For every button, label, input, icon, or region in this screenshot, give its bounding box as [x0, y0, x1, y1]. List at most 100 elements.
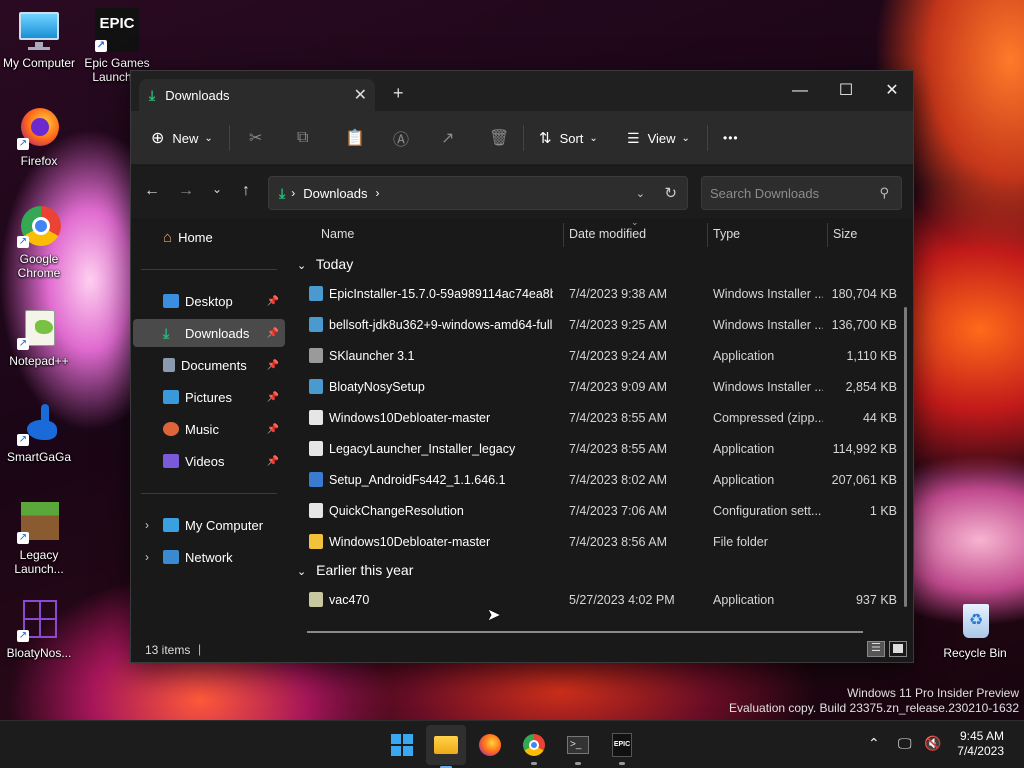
column-header-name[interactable]: Name — [321, 227, 354, 241]
desktop-icon-recycle-bin[interactable]: ♻ Recycle Bin — [936, 598, 1014, 660]
column-divider[interactable] — [563, 223, 564, 247]
up-button[interactable]: ↑ — [235, 182, 257, 200]
taskbar-chrome[interactable] — [520, 731, 548, 765]
column-header-size[interactable]: Size — [833, 227, 857, 241]
file-row[interactable]: bellsoft-jdk8u362+9-windows-amd64-full 7/… — [291, 310, 897, 340]
rename-icon: Ⓐ — [393, 132, 410, 149]
file-date-modified: 7/4/2023 7:06 AM — [569, 504, 667, 518]
desktop-icon-label: Notepad++ — [9, 354, 69, 368]
file-icon — [309, 592, 323, 607]
rename-button[interactable]: Ⓐ — [393, 126, 409, 150]
file-size: 2,854 KB — [845, 380, 897, 394]
details-view-button[interactable]: ☰ — [867, 641, 885, 657]
sidebar-item-my-computer[interactable]: › My Computer — [133, 511, 285, 539]
file-date-modified: 7/4/2023 9:38 AM — [569, 287, 667, 301]
group-header-today[interactable]: ⌄ Today — [297, 256, 353, 272]
view-lines-icon: ☰ — [627, 129, 640, 146]
sidebar-item-label: Network — [185, 549, 233, 565]
sidebar-item-label: Documents — [181, 357, 247, 373]
desktop-icon-chrome[interactable]: ↗ Google Chrome — [0, 204, 78, 280]
column-divider[interactable] — [827, 223, 828, 247]
file-row[interactable]: vac470 5/27/2023 4:02 PM Application 937 KB — [291, 585, 897, 615]
recent-locations-button[interactable]: ⌄ — [206, 182, 228, 196]
desktop-icon-legacy-launcher[interactable]: ↗ Legacy Launch... — [0, 500, 78, 576]
sidebar-item-downloads[interactable]: ⤓ Downloads 📌 — [133, 319, 285, 347]
start-button[interactable] — [388, 731, 416, 759]
chevron-right-icon[interactable]: › — [145, 550, 149, 564]
pin-icon: 📌 — [266, 423, 279, 435]
taskbar-epic-games[interactable]: EPIC — [608, 731, 636, 765]
address-bar[interactable]: ⤓ › Downloads › ⌄ ↻ — [268, 176, 688, 210]
desktop-icon-my-computer[interactable]: My Computer — [0, 8, 78, 70]
desktop-icon-firefox[interactable]: ↗ Firefox — [0, 106, 78, 168]
file-row[interactable]: BloatyNosySetup 7/4/2023 9:09 AM Windows I… — [291, 372, 897, 402]
file-row[interactable]: EpicInstaller-15.7.0-59a989114ac74ea8bb.… — [291, 279, 897, 309]
chevron-down-icon: ⌄ — [297, 260, 307, 272]
new-button[interactable]: ⊕ New ⌄ — [151, 126, 213, 150]
tiles-view-button[interactable] — [889, 641, 907, 657]
file-row[interactable]: Setup_AndroidFs442_1.1.646.1 7/4/2023 8:0… — [291, 465, 897, 495]
file-row[interactable]: SKlauncher 3.1 7/4/2023 9:24 AM Applicatio… — [291, 341, 897, 371]
sidebar-item-pictures[interactable]: Pictures 📌 — [133, 383, 285, 411]
tiles-view-icon — [893, 644, 903, 653]
close-tab-icon[interactable]: ✕ — [354, 85, 367, 105]
share-button[interactable]: ↗ — [441, 126, 454, 150]
taskbar-file-explorer[interactable] — [426, 725, 466, 768]
back-button[interactable]: ← — [141, 182, 163, 200]
sidebar-item-videos[interactable]: Videos 📌 — [133, 447, 285, 475]
close-window-button[interactable]: ✕ — [869, 77, 915, 105]
column-divider[interactable] — [707, 223, 708, 247]
vertical-scrollbar[interactable] — [904, 307, 907, 607]
sidebar-item-home[interactable]: ⌂ Home — [133, 223, 285, 251]
desktop-icon-notepadpp[interactable]: ↗ Notepad++ — [0, 306, 78, 368]
search-input[interactable]: Search Downloads ⚲ — [701, 176, 902, 210]
file-name: EpicInstaller-15.7.0-59a989114ac74ea8bb.… — [329, 287, 553, 301]
show-hidden-icons-button[interactable]: ⌃ — [868, 735, 880, 752]
more-options-button[interactable]: ••• — [723, 126, 739, 150]
file-date-modified: 7/4/2023 8:55 AM — [569, 411, 667, 425]
system-clock[interactable]: 9:45 AM 7/4/2023 — [957, 729, 1004, 759]
breadcrumb-downloads[interactable]: Downloads — [303, 186, 367, 201]
address-dropdown-icon[interactable]: ⌄ — [636, 187, 645, 200]
sidebar-item-desktop[interactable]: Desktop 📌 — [133, 287, 285, 315]
view-button[interactable]: ☰ View ⌄ — [627, 126, 690, 150]
minimize-button[interactable]: — — [777, 77, 823, 105]
desktop-icon-smartgaga[interactable]: ↗ SmartGaGa — [0, 402, 78, 464]
maximize-button[interactable]: ☐ — [823, 77, 869, 105]
horizontal-scrollbar[interactable] — [307, 631, 863, 633]
group-label: Today — [315, 256, 354, 272]
file-row[interactable]: Windows10Debloater-master 7/4/2023 8:56 A… — [291, 527, 897, 557]
file-date-modified: 7/4/2023 9:24 AM — [569, 349, 667, 363]
cut-button[interactable]: ✂ — [249, 126, 262, 150]
chevron-right-icon[interactable]: › — [145, 518, 149, 532]
file-row[interactable]: LegacyLauncher_Installer_legacy 7/4/2023 … — [291, 434, 897, 464]
desktop-icon-bloatynosy[interactable]: ↗ BloatyNos... — [0, 598, 78, 660]
sort-button[interactable]: ⇅ Sort ⌄ — [539, 126, 598, 150]
volume-muted-icon[interactable]: 🔇 — [924, 735, 941, 752]
file-row[interactable]: QuickChangeResolution 7/4/2023 7:06 AM Con… — [291, 496, 897, 526]
group-label: Earlier this year — [316, 562, 414, 578]
taskbar-terminal[interactable]: >_ — [564, 731, 592, 765]
navigation-pane: ⌂ Home Desktop 📌 ⤓ Downloads 📌 Documents… — [131, 219, 287, 643]
sidebar-item-music[interactable]: Music 📌 — [133, 415, 285, 443]
file-size: 1,110 KB — [846, 349, 897, 363]
tab-downloads[interactable]: ⤓ Downloads ✕ — [139, 79, 375, 111]
forward-button[interactable]: → — [175, 182, 197, 200]
copy-button[interactable]: ⧉ — [297, 126, 308, 150]
sidebar-item-documents[interactable]: Documents 📌 — [133, 351, 285, 379]
column-header-date[interactable]: Date modified — [569, 227, 646, 241]
column-header-type[interactable]: Type — [713, 227, 740, 241]
videos-icon — [163, 454, 179, 468]
sidebar-item-network[interactable]: › Network — [133, 543, 285, 571]
refresh-icon[interactable]: ↻ — [664, 184, 677, 202]
file-size: 114,992 KB — [832, 442, 897, 456]
delete-button[interactable]: 🗑 — [489, 126, 509, 150]
taskbar-firefox[interactable] — [476, 731, 504, 759]
network-status-icon[interactable]: 🖵 — [898, 735, 912, 752]
new-tab-button[interactable]: + — [393, 83, 404, 104]
file-list: Name Date modified ⌄ Type Size ⌄ Today E… — [291, 217, 911, 643]
paste-button[interactable]: 📋 — [345, 126, 365, 150]
group-header-earlier[interactable]: ⌄ Earlier this year — [297, 562, 413, 578]
status-divider: | — [198, 642, 202, 656]
file-row[interactable]: Windows10Debloater-master 7/4/2023 8:55 A… — [291, 403, 897, 433]
